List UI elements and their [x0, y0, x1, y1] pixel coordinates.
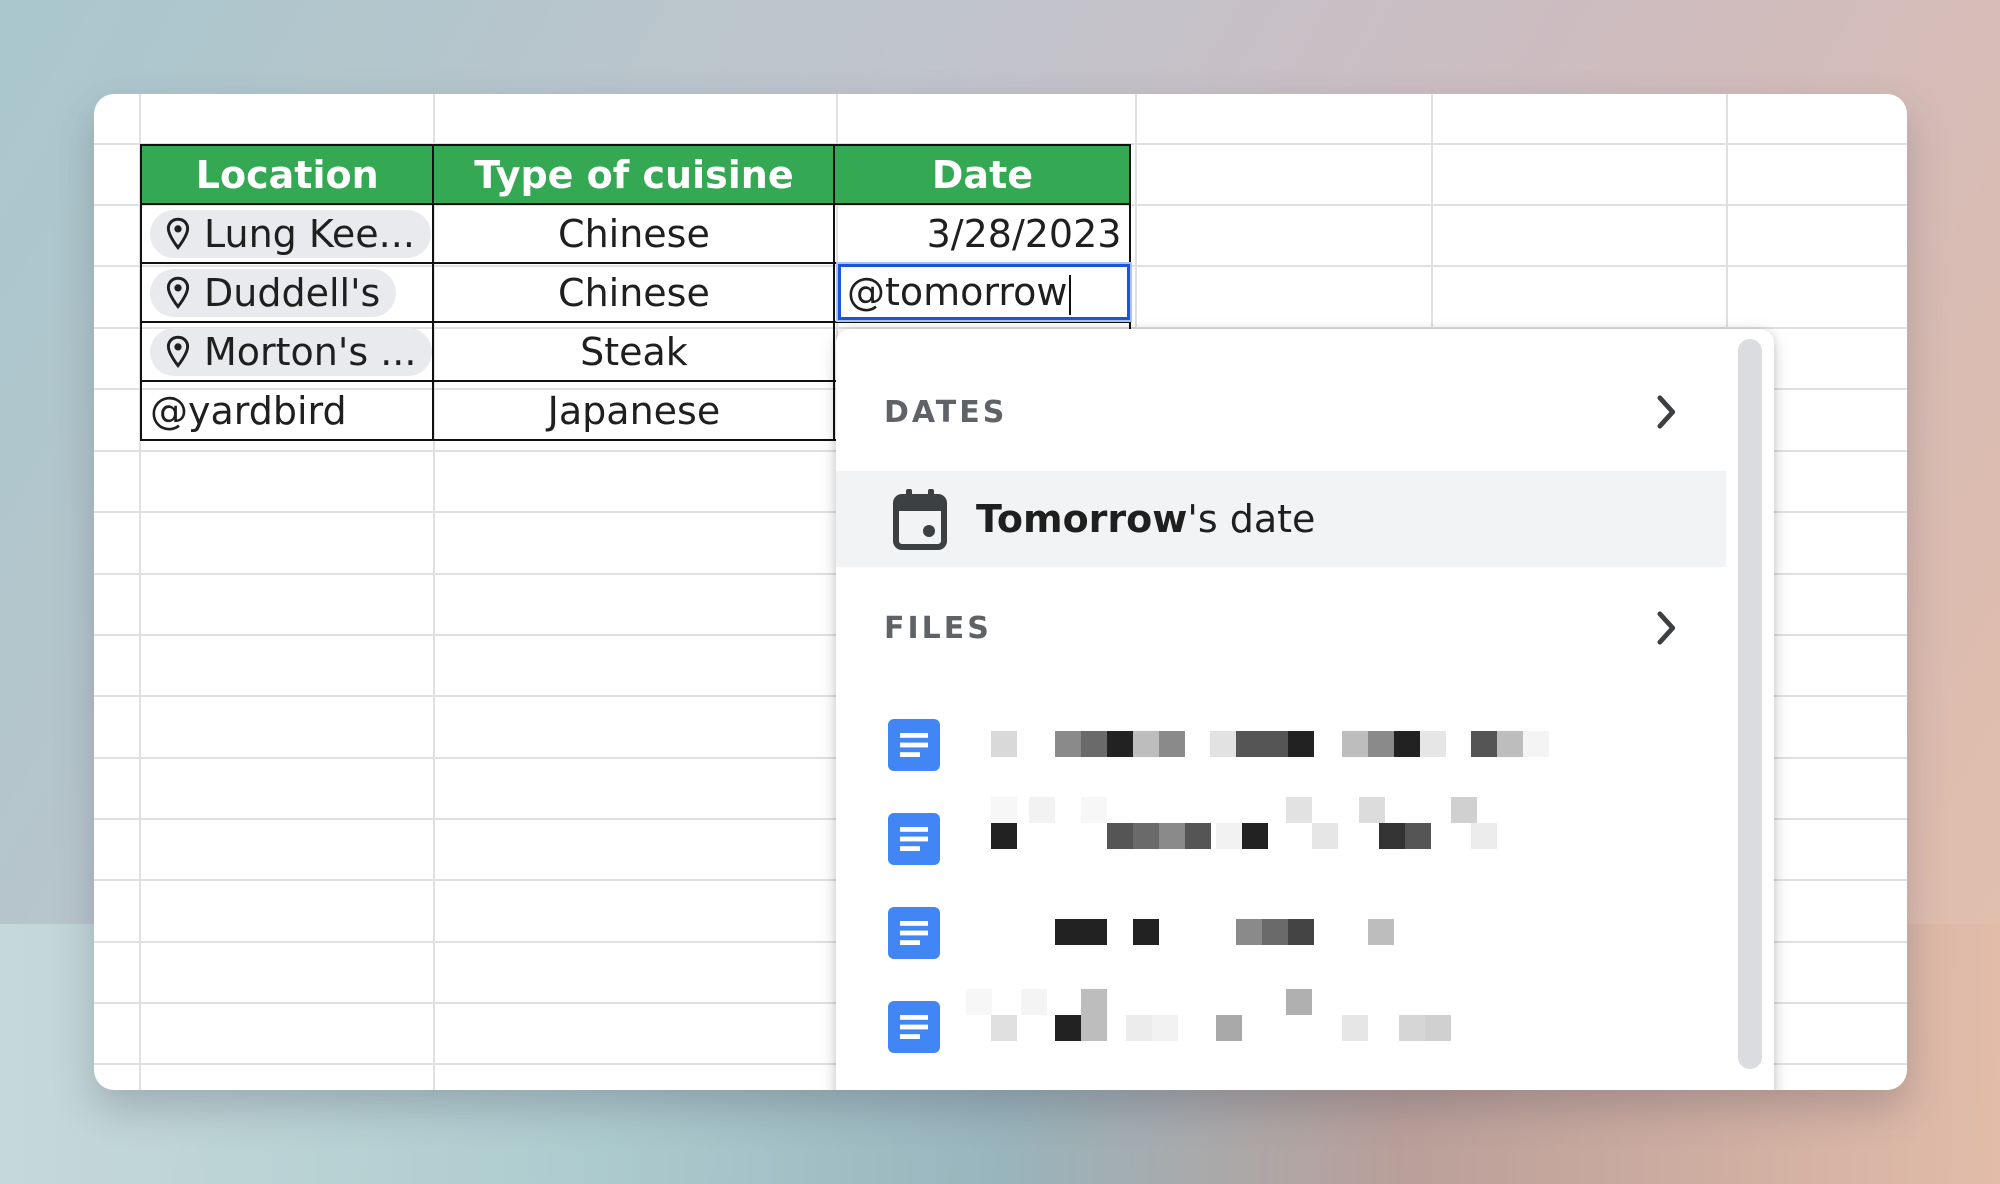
google-docs-icon [888, 813, 940, 865]
redacted-file-name [966, 989, 1451, 1041]
file-suggestion-row[interactable] [836, 797, 1716, 877]
location-cell[interactable]: Morton's ... [139, 321, 435, 382]
google-docs-icon [888, 907, 940, 959]
cuisine-cell[interactable]: Steak [432, 321, 836, 382]
location-cell[interactable]: Duddell's [139, 262, 435, 323]
file-suggestion-row[interactable] [836, 891, 1716, 971]
files-section-header[interactable]: FILES [884, 603, 1684, 653]
chip-label: Morton's ... [204, 329, 417, 374]
redacted-file-name [991, 731, 1549, 757]
place-chip[interactable]: Morton's ... [150, 327, 432, 376]
tomorrow-date-suggestion[interactable]: Tomorrow's date [836, 471, 1726, 567]
cuisine-cell[interactable]: Chinese [432, 262, 836, 323]
redacted-file-name [991, 797, 1497, 849]
file-suggestion-row[interactable] [836, 985, 1716, 1065]
suggestion-bold: Tomorrow [976, 497, 1188, 541]
chevron-right-icon[interactable] [1650, 390, 1684, 434]
chevron-right-icon[interactable] [1650, 606, 1684, 650]
chip-label: Lung Kee... [204, 211, 415, 256]
spreadsheet-window: Location Type of cuisine Date Lung Kee..… [94, 94, 1907, 1090]
files-section-title: FILES [884, 610, 992, 646]
google-docs-icon [888, 719, 940, 771]
suggestion-rest: 's date [1187, 497, 1316, 541]
text-caret [1068, 274, 1071, 315]
date-cell[interactable]: 3/28/2023 [833, 203, 1132, 264]
map-pin-icon [166, 335, 190, 368]
dates-section-title: DATES [884, 394, 1008, 430]
file-suggestion-row[interactable] [836, 703, 1716, 783]
cell-editor-value: @tomorrow [847, 270, 1068, 314]
chip-label: Duddell's [204, 270, 381, 315]
header-location[interactable]: Location [139, 144, 435, 205]
location-cell[interactable]: @yardbird [139, 380, 435, 441]
google-docs-icon [888, 1001, 940, 1053]
location-cell[interactable]: Lung Kee... [139, 203, 435, 264]
header-cuisine[interactable]: Type of cuisine [432, 144, 836, 205]
cuisine-cell[interactable]: Chinese [432, 203, 836, 264]
suggestion-label: Tomorrow's date [976, 497, 1315, 541]
redacted-file-name [1055, 919, 1394, 945]
header-date[interactable]: Date [833, 144, 1132, 205]
map-pin-icon [166, 276, 190, 309]
smart-chip-suggestions-menu: DATES Tomorrow's date FILES [836, 329, 1774, 1090]
header-row: Location Type of cuisine Date [139, 144, 1132, 205]
dates-section-header[interactable]: DATES [884, 387, 1684, 437]
table-row: Lung Kee... Chinese 3/28/2023 [139, 203, 1132, 264]
place-chip[interactable]: Lung Kee... [150, 209, 431, 258]
calendar-event-icon [893, 489, 947, 550]
cell-editor-input[interactable]: @tomorrow [838, 264, 1130, 320]
cuisine-cell[interactable]: Japanese [432, 380, 836, 441]
popup-scrollbar[interactable] [1738, 339, 1762, 1069]
map-pin-icon [166, 217, 190, 250]
place-chip[interactable]: Duddell's [150, 268, 397, 317]
